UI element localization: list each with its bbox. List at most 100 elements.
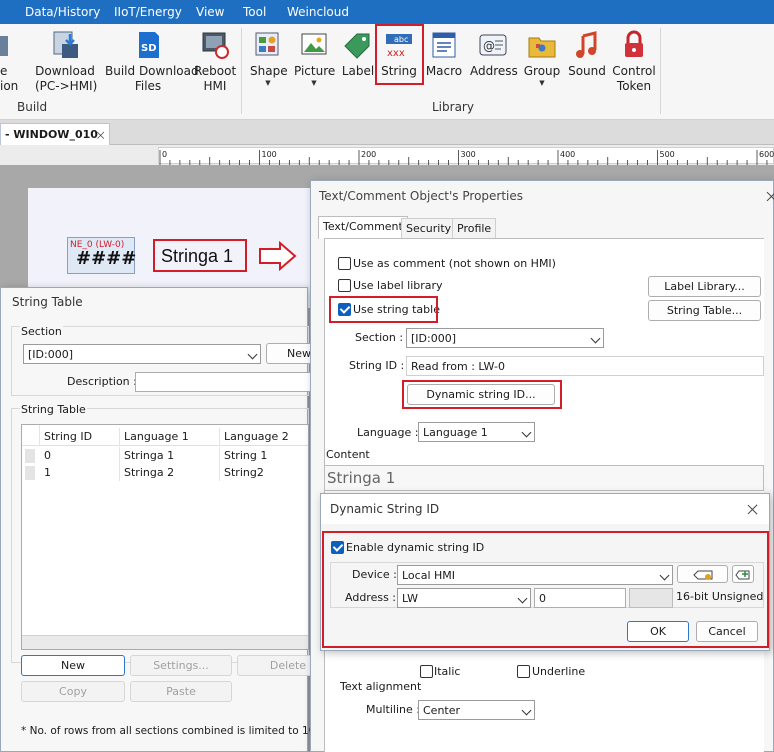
group-button[interactable]: Group ▼ [523,28,561,87]
device-settings-button[interactable] [677,565,728,583]
label-tag-icon [343,30,373,60]
group-dropdown-icon: ▼ [539,79,545,87]
cell-string-id[interactable]: 0 [40,447,120,464]
string-id-field: Read from : LW-0 [406,356,764,376]
enable-dynamic-checkbox[interactable] [331,541,344,554]
string-table-button[interactable]: String Table... [648,300,761,321]
chevron-down-icon [247,349,258,360]
reboot-hmi-button[interactable]: Reboot HMI [194,28,236,94]
use-as-comment-checkbox[interactable] [338,257,351,270]
row-selector[interactable] [25,449,35,463]
underline-checkbox[interactable] [517,665,530,678]
row-selector[interactable] [25,466,35,480]
string-object[interactable]: NE_0 (LW-0) #### [67,237,136,274]
picture-dropdown-icon: ▼ [311,79,317,87]
control-token-button[interactable]: Control Token [611,28,657,94]
dialog-titlebar: Dynamic String ID [321,494,769,524]
close-icon[interactable] [747,503,759,515]
string-id-label: String ID : [349,359,405,372]
ribbon: e ion Download (PC->HMI) SD Build Downlo… [0,24,774,120]
cancel-button[interactable]: Cancel [696,621,758,642]
shape-button[interactable]: Shape ▼ [250,28,288,87]
table-row[interactable]: 0 Stringa 1 String 1 [22,447,308,464]
shape-icon [253,30,283,60]
chevron-down-icon [659,570,670,581]
macro-button[interactable]: Macro [425,28,463,79]
string-button[interactable]: abc xxx String [380,28,418,79]
device-combo[interactable]: Local HMI [397,565,673,585]
address-label: Address : [345,591,397,604]
tab-text-comment[interactable]: Text/Comment [318,216,408,239]
ribbon-cut-button[interactable]: e ion [0,28,20,94]
horizontal-scrollbar[interactable] [22,635,308,649]
multiline-combo[interactable]: Center [418,700,535,720]
column-header-language-2[interactable]: Language 2 [220,428,308,445]
ruler-label: 100 [262,150,277,159]
picture-button[interactable]: Picture ▼ [294,28,335,87]
address-type-combo[interactable]: LW [397,588,531,608]
cell-language-2[interactable]: String 1 [220,447,308,464]
section-combo[interactable]: [ID:000] [406,328,604,348]
music-note-icon [572,30,602,60]
lock-icon [619,30,649,60]
language-combo[interactable]: Language 1 [418,422,535,442]
ruler-label: 300 [461,150,476,159]
chevron-down-icon [590,333,601,344]
settings-button[interactable]: Settings... [130,655,232,676]
library-group-label: Library [432,100,474,114]
description-field[interactable] [135,372,325,392]
properties-title: Text/Comment Object's Properties [319,189,524,203]
cell-string-id[interactable]: 1 [40,464,120,481]
column-header-string-id[interactable]: String ID [40,428,120,445]
tab-security[interactable]: Security [401,218,457,238]
build-download-files-button[interactable]: SD Build Download Files [105,28,199,94]
close-tab-icon[interactable] [97,131,105,139]
arrow-right-icon [259,241,297,271]
dynamic-string-id-button[interactable]: Dynamic string ID... [407,384,555,405]
sound-button[interactable]: Sound [568,28,606,79]
label-library-button[interactable]: Label Library... [648,276,761,297]
italic-checkbox[interactable] [420,665,433,678]
enable-dynamic-label: Enable dynamic string ID [346,541,485,554]
address-value-field[interactable]: 0 [534,588,626,608]
label-button[interactable]: Label [341,28,375,79]
macro-icon [429,30,459,60]
dialog-title: Dynamic String ID [330,502,440,516]
string-table-grid[interactable]: String ID Language 1 Language 2 0 String… [21,424,309,650]
cell-language-1[interactable]: Stringa 2 [120,464,220,481]
add-tag-button[interactable] [732,565,754,583]
table-row[interactable]: 1 Stringa 2 String2 [22,464,308,481]
menu-iiot-energy[interactable]: IIoT/Energy [114,5,182,19]
section-label: Section : [355,331,404,344]
cell-language-1[interactable]: Stringa 1 [120,447,220,464]
content-label: Content [326,448,370,461]
shape-dropdown-icon: ▼ [265,79,271,87]
row-selector-header [22,425,40,446]
content-field[interactable]: Stringa 1 [324,465,764,491]
copy-button[interactable]: Copy [21,681,125,702]
menu-data-history[interactable]: Data/History [25,5,100,19]
group-icon [527,30,557,60]
cell-language-2[interactable]: String2 [220,464,308,481]
download-button[interactable]: Download (PC->HMI) [35,28,97,94]
tab-window-010[interactable]: - WINDOW_010 [0,123,110,145]
tab-profile[interactable]: Profile [452,218,497,238]
close-icon[interactable] [766,190,774,202]
section-select[interactable]: [ID:000] [23,344,261,364]
use-label-library-checkbox[interactable] [338,279,351,292]
chevron-down-icon [521,427,532,438]
add-tag-icon [735,570,750,580]
paste-button[interactable]: Paste [130,681,232,702]
menu-tool[interactable]: Tool [243,5,266,19]
ribbon-separator [660,28,661,114]
address-icon: @ [478,30,508,60]
chevron-down-icon [521,705,532,716]
new-row-button[interactable]: New [21,655,125,676]
menu-weincloud[interactable]: Weincloud [287,5,349,19]
column-header-language-1[interactable]: Language 1 [120,428,220,445]
use-string-table-checkbox[interactable] [338,303,351,316]
ok-button[interactable]: OK [627,621,689,642]
address-button[interactable]: @ Address [470,28,518,79]
menu-view[interactable]: View [196,5,224,19]
ruler-label: 200 [361,150,376,159]
